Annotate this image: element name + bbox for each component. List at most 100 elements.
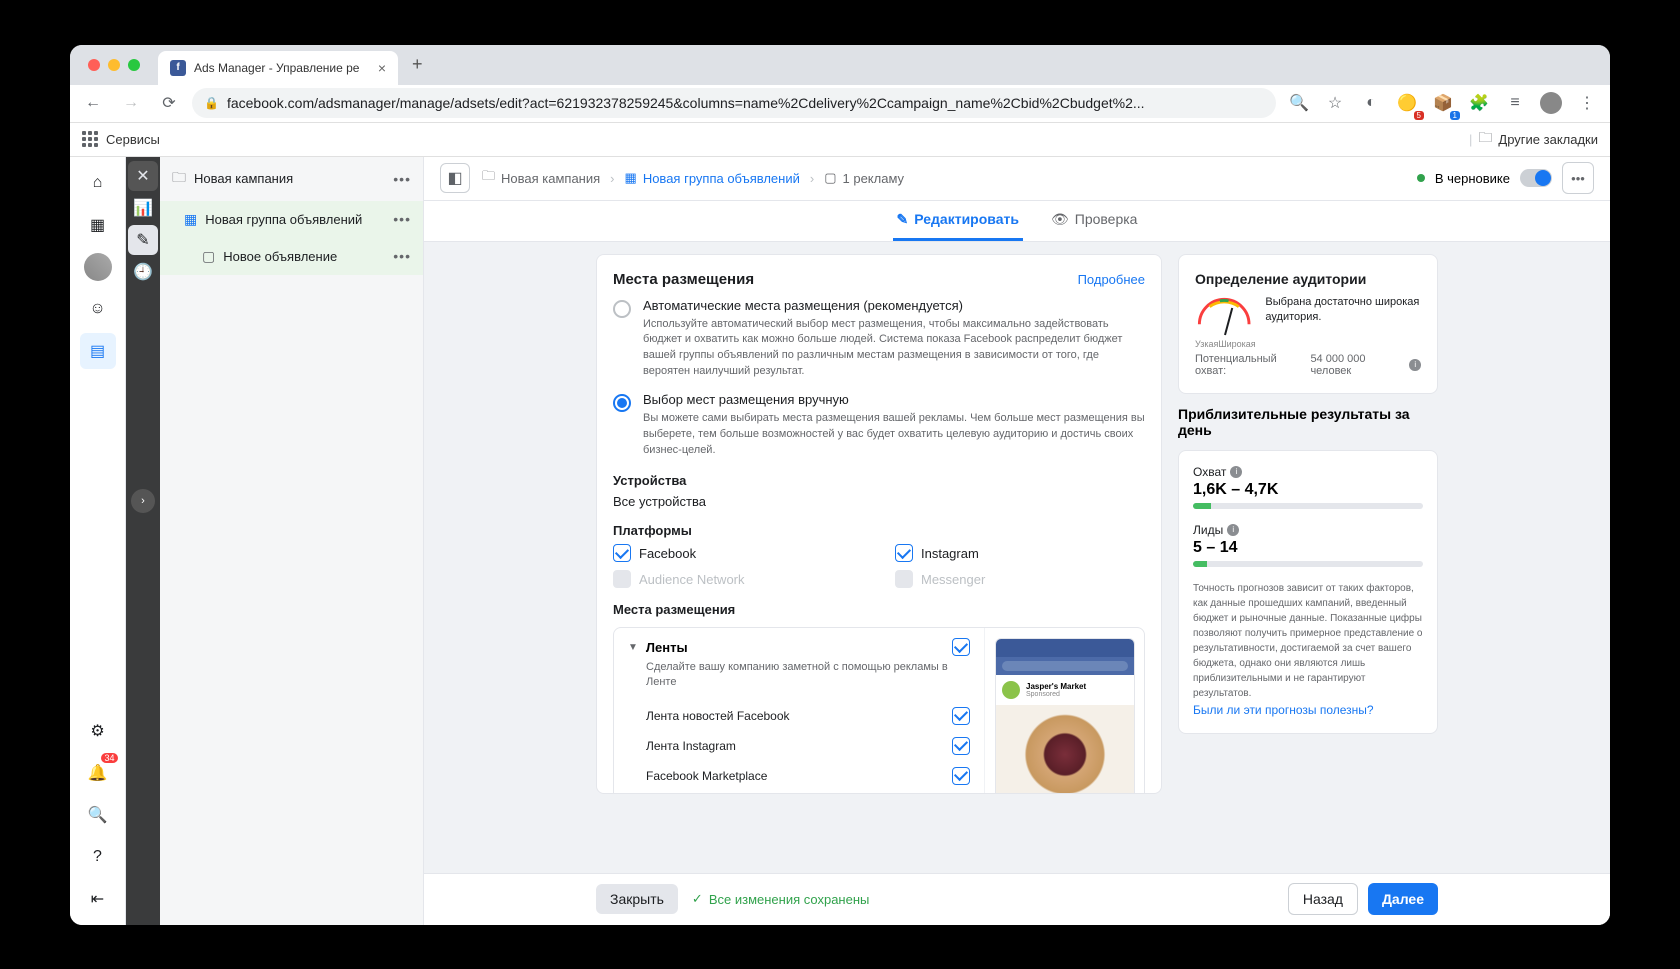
checkbox-instagram[interactable]: Instagram	[895, 544, 1145, 562]
campaign-tree: 🗀Новая кампания ••• ▦Новая группа объявл…	[160, 157, 424, 925]
row-menu-icon[interactable]: •••	[393, 211, 411, 227]
tree-ad[interactable]: ▢Новое объявление •••	[160, 238, 423, 275]
bookmarks-bar: Сервисы | 🗀 Другие закладки	[70, 123, 1610, 157]
adset-icon: ▦	[625, 170, 637, 186]
checkbox-audience-network[interactable]: Audience Network	[613, 570, 863, 588]
window-controls	[78, 59, 150, 71]
close-button[interactable]: Закрыть	[596, 884, 678, 914]
learn-more-link[interactable]: Подробнее	[1078, 272, 1145, 287]
nav-smile[interactable]: ☺	[80, 291, 116, 327]
folder-icon: 🗀	[172, 167, 186, 191]
save-status: ✓Все изменения сохранены	[692, 891, 869, 907]
url-input[interactable]: 🔒 facebook.com/adsmanager/manage/adsets/…	[192, 88, 1276, 118]
panel-toggle-icon[interactable]: ◧	[440, 163, 470, 193]
checkbox-feeds-all[interactable]	[952, 638, 970, 656]
reload-button[interactable]: ⟳	[154, 88, 184, 118]
tool-edit[interactable]: ✎	[128, 225, 158, 255]
forward-button[interactable]: →	[116, 88, 146, 118]
extension-similarweb[interactable]: ◐	[1356, 88, 1386, 118]
tab-review[interactable]: 👁Проверка	[1047, 201, 1142, 241]
reach-bar	[1193, 503, 1423, 509]
nav-home[interactable]: ⌂	[80, 165, 116, 201]
browser-tab[interactable]: f Ads Manager - Управление ре ×	[158, 51, 398, 85]
placements-card: Места размещения Подробнее Автоматически…	[596, 254, 1162, 794]
browser-tab-bar: f Ads Manager - Управление ре × +	[70, 45, 1610, 85]
profile-avatar[interactable]	[1536, 88, 1566, 118]
nav-ads-manager[interactable]: ▤	[80, 333, 116, 369]
crumb-campaign[interactable]: 🗀Новая кампания	[482, 167, 600, 189]
ad-icon: ▢	[202, 248, 215, 265]
close-tab-icon[interactable]: ×	[378, 60, 386, 76]
caret-down-icon: ▼	[628, 642, 638, 653]
tool-chart[interactable]: 📊	[128, 193, 158, 223]
nav-collapse[interactable]: ⇤	[80, 881, 116, 917]
draft-toggle[interactable]	[1520, 169, 1552, 187]
radio-auto-placements[interactable]: Автоматические места размещения (рекомен…	[613, 298, 1145, 381]
row-menu-icon[interactable]: •••	[393, 171, 411, 187]
crumb-ad[interactable]: ▢1 рекламу	[824, 170, 904, 186]
crumb-adset[interactable]: ▦Новая группа объявлений	[625, 170, 800, 186]
next-button[interactable]: Далее	[1368, 883, 1438, 915]
nav-apps[interactable]: ▦	[80, 207, 116, 243]
services-link[interactable]: Сервисы	[106, 132, 160, 147]
reading-list-icon[interactable]: ≡	[1500, 88, 1530, 118]
info-icon[interactable]: i	[1409, 359, 1421, 371]
tool-history[interactable]: 🕘	[128, 257, 158, 287]
extension-blue[interactable]: 📦1	[1428, 88, 1458, 118]
feedback-link[interactable]: Были ли эти прогнозы полезны?	[1193, 703, 1374, 717]
draft-status: В черновике	[1435, 171, 1510, 186]
apps-icon[interactable]	[82, 131, 98, 147]
expand-rail-button[interactable]: ›	[131, 489, 155, 513]
maximize-window[interactable]	[128, 59, 140, 71]
nav-account[interactable]	[80, 249, 116, 285]
nav-notifications[interactable]: 🔔34	[80, 755, 116, 791]
tree-adset[interactable]: ▦Новая группа объявлений •••	[160, 201, 423, 238]
placement-item[interactable]: Лента новостей Facebook	[628, 701, 970, 731]
eye-icon: 👁	[1051, 211, 1069, 228]
extension-red[interactable]: 🟡5	[1392, 88, 1422, 118]
new-tab-button[interactable]: +	[412, 54, 423, 75]
browser-menu-icon[interactable]: ⋮	[1572, 88, 1602, 118]
folder-icon: 🗀	[482, 167, 495, 189]
preview-image	[996, 705, 1134, 793]
url-text: facebook.com/adsmanager/manage/adsets/ed…	[227, 95, 1145, 111]
devices-value: Все устройства	[613, 494, 1145, 509]
info-icon[interactable]: i	[1227, 524, 1239, 536]
devices-label: Устройства	[613, 473, 1145, 488]
potential-reach: Потенциальный охват: 54 000 000 человек …	[1195, 353, 1421, 377]
back-button[interactable]: Назад	[1288, 883, 1358, 915]
more-menu-button[interactable]: •••	[1562, 162, 1594, 194]
minimize-window[interactable]	[108, 59, 120, 71]
platforms-label: Платформы	[613, 523, 1145, 538]
close-window[interactable]	[88, 59, 100, 71]
close-editor-button[interactable]: ✕	[128, 161, 158, 191]
back-button[interactable]: ←	[78, 88, 108, 118]
other-bookmarks[interactable]: | 🗀 Другие закладки	[1469, 127, 1598, 151]
placement-item[interactable]: Facebook Marketplace	[628, 761, 970, 791]
radio-manual-placements[interactable]: Выбор мест размещения вручную Вы можете …	[613, 392, 1145, 459]
nav-settings[interactable]: ⚙	[80, 713, 116, 749]
nav-help[interactable]: ?	[80, 839, 116, 875]
info-icon[interactable]: i	[1230, 466, 1242, 478]
placements-group-feeds[interactable]: ▼Ленты	[628, 638, 970, 656]
radio-button[interactable]	[613, 300, 631, 318]
editor-tabs: ✎Редактировать 👁Проверка	[424, 201, 1610, 242]
checkbox-facebook[interactable]: Facebook	[613, 544, 863, 562]
editor-footer: Закрыть ✓Все изменения сохранены Назад Д…	[424, 873, 1610, 925]
extensions-puzzle-icon[interactable]: 🧩	[1464, 88, 1494, 118]
favicon: f	[170, 60, 186, 76]
placement-item[interactable]: Лента Instagram	[628, 731, 970, 761]
primary-nav-rail: ⌂ ▦ ☺ ▤ ⚙ 🔔34 🔍 ? ⇤	[70, 157, 126, 925]
row-menu-icon[interactable]: •••	[393, 248, 411, 264]
bookmark-star-icon[interactable]: ☆	[1320, 88, 1350, 118]
chevron-right-icon: ›	[610, 171, 614, 186]
tab-edit[interactable]: ✎Редактировать	[893, 201, 1023, 241]
checkbox-messenger[interactable]: Messenger	[895, 570, 1145, 588]
nav-search[interactable]: 🔍	[80, 797, 116, 833]
placement-item[interactable]: Видеоленты Facebook	[628, 791, 970, 794]
leads-bar	[1193, 561, 1423, 567]
radio-button[interactable]	[613, 394, 631, 412]
search-icon[interactable]: 🔍	[1284, 88, 1314, 118]
address-bar: ← → ⟳ 🔒 facebook.com/adsmanager/manage/a…	[70, 85, 1610, 123]
tree-campaign[interactable]: 🗀Новая кампания •••	[160, 157, 423, 201]
